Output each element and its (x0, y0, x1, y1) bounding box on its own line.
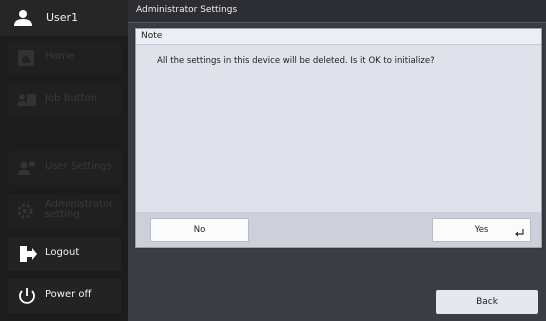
dialog-header: Note (136, 29, 541, 45)
user-icon (14, 10, 32, 26)
sidebar-item-job-button[interactable]: Job Button (8, 83, 121, 117)
yes-button[interactable]: Yes (432, 218, 531, 242)
page-title: Administrator Settings (136, 5, 238, 15)
sidebar: User1 Home Job Button User Settings Admi… (0, 0, 128, 321)
sidebar-item-label: Power off (45, 289, 92, 300)
user-settings-icon (18, 161, 35, 175)
power-icon (19, 288, 35, 304)
dialog-message: All the settings in this device will be … (157, 56, 435, 66)
sidebar-item-label: User Settings (45, 161, 112, 172)
back-button-label: Back (476, 297, 498, 307)
user-name: User1 (46, 11, 79, 24)
logout-button[interactable]: Logout (8, 237, 121, 271)
no-button[interactable]: No (150, 218, 249, 242)
confirm-dialog: Note All the settings in this device wil… (135, 28, 542, 248)
title-bar: Administrator Settings (128, 0, 546, 23)
gear-icon (17, 203, 33, 219)
user-bar[interactable]: User1 (0, 0, 128, 36)
back-button[interactable]: Back (436, 290, 538, 314)
sidebar-item-user-settings[interactable]: User Settings (8, 151, 121, 185)
home-icon (18, 50, 34, 66)
sidebar-item-label: Administrator setting (45, 199, 114, 220)
dialog-title: Note (141, 31, 163, 41)
dialog-footer: No Yes (136, 212, 541, 247)
sidebar-item-label: Home (45, 51, 75, 62)
logout-icon (20, 246, 37, 262)
job-button-icon (17, 94, 36, 106)
sidebar-item-home[interactable]: Home (8, 41, 121, 75)
enter-icon (515, 229, 524, 237)
no-button-label: No (193, 225, 206, 235)
sidebar-item-administrator-setting[interactable]: Administrator setting (8, 194, 121, 228)
power-off-button[interactable]: Power off (8, 279, 121, 313)
sidebar-item-label: Job Button (45, 93, 98, 104)
sidebar-item-label: Logout (45, 247, 80, 258)
